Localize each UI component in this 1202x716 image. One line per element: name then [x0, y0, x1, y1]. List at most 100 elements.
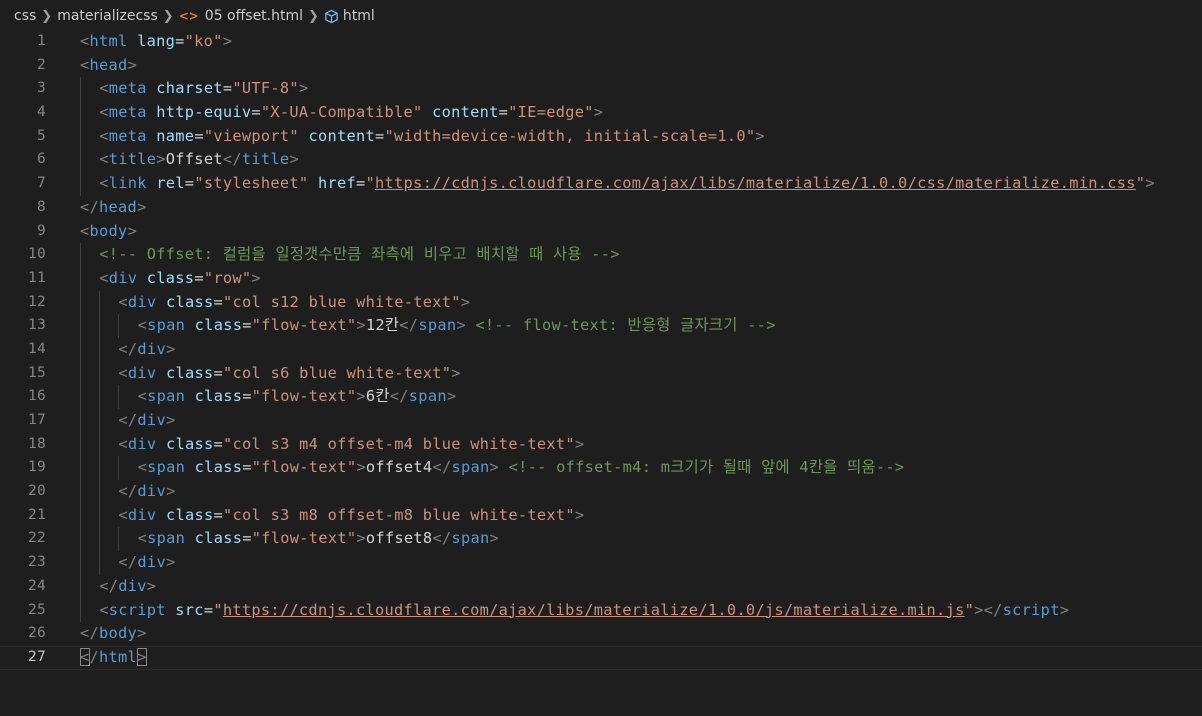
text: = — [175, 32, 185, 50]
line-number: 24 — [27, 577, 46, 594]
code-content: </body> — [80, 622, 147, 646]
tag-name: span — [418, 316, 457, 335]
code-line[interactable]: 3 <meta charset="UTF-8"> — [0, 77, 1202, 102]
attribute-value: "viewport" — [203, 126, 299, 145]
line-number: 10 — [27, 246, 46, 263]
line-number: 25 — [27, 601, 46, 618]
line-number: 6 — [36, 151, 46, 168]
code-line[interactable]: 4 <meta http-equiv="X-UA-Compatible" cont… — [0, 101, 1202, 125]
text: = — [242, 387, 252, 406]
tag-name: span — [408, 387, 447, 406]
code-line[interactable]: 11 <div class="row"> — [0, 266, 1202, 291]
code-line[interactable]: 1 <html lang="ko"> — [0, 30, 1202, 54]
tag-name: div — [137, 339, 166, 358]
line-number: 8 — [36, 198, 46, 215]
punctuation: > — [156, 150, 166, 169]
line-number: 7 — [36, 175, 46, 192]
code-editor[interactable]: 1 <html lang="ko"> 2 <head> 3 <meta charset="… — [0, 30, 1202, 716]
punctuation: > — [251, 268, 261, 287]
code-line[interactable]: 23 </div> — [0, 551, 1202, 575]
text: = — [242, 529, 252, 548]
code-line[interactable]: 24 </div> — [0, 574, 1202, 599]
tag-name: div — [127, 292, 157, 311]
tag-name: link — [108, 174, 147, 193]
matched-bracket: < — [80, 647, 90, 666]
url-link[interactable]: https://cdnjs.cloudflare.com/ajax/libs/m… — [223, 601, 965, 619]
code-content: <body> — [80, 220, 137, 244]
code-content: <span class="flow-text">12칸</span> <!-- … — [138, 314, 776, 338]
code-line[interactable]: 7 <link rel="stylesheet" href="https://cd… — [0, 172, 1202, 196]
attribute-name: lang — [137, 32, 176, 50]
line-number: 17 — [27, 412, 46, 428]
breadcrumb-item-folder[interactable]: materializecss — [57, 8, 158, 24]
text: Offset — [165, 150, 223, 169]
code-line[interactable]: 6 <title>Offset</title> — [0, 148, 1202, 173]
punctuation: > — [137, 624, 147, 643]
code-line[interactable]: 18 <div class="col s3 m4 offset-m4 blue w… — [0, 432, 1202, 457]
code-line[interactable]: 19 <span class="flow-text">offset4</span>… — [0, 456, 1202, 481]
indent-guide — [99, 290, 101, 315]
breadcrumb-item-file[interactable]: 05 offset.html — [205, 8, 303, 24]
code-content: <head> — [80, 54, 137, 78]
code-line[interactable]: 2 <head> — [0, 54, 1202, 78]
code-content: <div class="row"> — [99, 267, 261, 291]
attribute-name: name — [156, 126, 195, 145]
code-line[interactable]: 9 <body> — [0, 220, 1202, 244]
text: = — [213, 292, 224, 311]
code-line[interactable]: 26 </body> — [0, 622, 1202, 646]
code-content: <meta http-equiv="X-UA-Compatible" conte… — [99, 101, 603, 125]
indent-guide — [99, 527, 101, 552]
code-line[interactable]: 10 <!-- Offset: 컬럼을 일정갯수만큼 좌측에 비우고 배치할 때 … — [0, 243, 1202, 267]
code-line[interactable]: 25 <script src="https://cdnjs.cloudflare.… — [0, 598, 1202, 623]
code-line[interactable]: 8 </head> — [0, 196, 1202, 220]
tag-name: span — [147, 529, 186, 548]
indent-guide — [80, 266, 81, 291]
indent-guide — [80, 385, 81, 409]
indent-guide — [80, 527, 81, 552]
attribute-name: class — [194, 529, 243, 548]
indent-guide — [99, 456, 101, 481]
tag-name: div — [108, 268, 138, 287]
code-line[interactable]: 22 <span class="flow-text">offset8</span> — [0, 527, 1202, 552]
code-line[interactable]: 15 <div class="col s6 blue white-text"> — [0, 361, 1202, 386]
tag-name: script — [1002, 600, 1060, 619]
line-number: 23 — [27, 554, 46, 571]
text — [166, 601, 176, 619]
code-line[interactable]: 20 </div> — [0, 480, 1202, 504]
text — [156, 293, 166, 311]
line-number: 9 — [36, 222, 46, 239]
code-line[interactable]: 14 </div> — [0, 337, 1202, 362]
code-line[interactable]: 13 <span class="flow-text">12칸</span> <!-… — [0, 314, 1202, 338]
text — [423, 103, 433, 121]
punctuation: > — [489, 458, 500, 477]
code-line[interactable]: 16 <span class="flow-text">6칸</span> — [0, 385, 1202, 409]
code-content: </div> — [118, 551, 175, 575]
url-link[interactable]: https://cdnjs.cloudflare.com/ajax/libs/m… — [375, 174, 1136, 192]
text: = — [213, 505, 224, 524]
code-content: <title>Offset</title> — [99, 148, 299, 172]
text — [499, 458, 509, 476]
punctuation: < — [118, 434, 128, 453]
code-line[interactable]: 5 <meta name="viewport" content="width=de… — [0, 124, 1202, 149]
text: 12칸 — [365, 316, 400, 335]
indent-guide — [99, 432, 101, 457]
code-line[interactable]: 21 <div class="col s3 m8 offset-m8 blue w… — [0, 503, 1202, 528]
punctuation: > — [574, 505, 585, 524]
breadcrumb-item-symbol[interactable]: html — [343, 8, 375, 24]
punctuation: </ — [118, 339, 138, 358]
attribute-value: "row" — [203, 268, 252, 287]
text: = — [222, 79, 233, 98]
line-number: 21 — [27, 506, 46, 523]
code-line[interactable]: 27 </html> — [0, 646, 1202, 670]
breadcrumb-item-css[interactable]: css — [14, 8, 36, 24]
punctuation: > — [356, 458, 366, 477]
punctuation: </ — [432, 529, 452, 548]
code-line[interactable]: 12 <div class="col s12 blue white-text"> — [0, 290, 1202, 315]
punctuation: > — [1059, 600, 1070, 619]
punctuation: < — [99, 600, 109, 619]
code-line[interactable]: 17 </div> — [0, 409, 1202, 433]
indent-guide — [80, 361, 81, 386]
attribute-name: class — [146, 268, 195, 287]
code-content: <script src="https://cdnjs.cloudflare.co… — [99, 599, 1069, 623]
indent-guide — [99, 361, 101, 386]
